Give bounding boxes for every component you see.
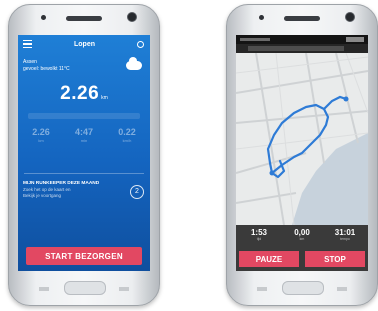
notification-icons [240,38,270,41]
sensor-icon [259,15,264,20]
stat-item: 2.26 km [22,127,60,143]
stat-label: km/h [122,138,132,143]
phone-left: Lopen Assen gevoel: bewolkt 11°C 2.26 km … [8,4,160,306]
stats-row: 2.26 km 4:47 min 0.22 km/h [22,127,146,143]
run-stat-value: 31:01 [334,228,356,237]
earpiece [284,16,320,21]
run-setup-screen: Lopen Assen gevoel: bewolkt 11°C 2.26 km … [18,35,150,271]
stat-value: 0.22 [118,127,136,137]
gps-icon[interactable] [137,40,144,48]
active-run-screen: 1:53 tijd 0,00 km 31:01 tempo PAUZE STOP [236,35,368,271]
back-key[interactable] [119,287,129,291]
run-stat-value: 0,00 [294,228,310,237]
promo-card[interactable]: MIJN RUNKEEPER DEZE MAAND Zoek het op de… [23,181,123,199]
run-stat: 0,00 km [281,228,323,241]
run-stat-value: 1:53 [250,228,267,237]
screen-title: Lopen [74,40,95,48]
back-key[interactable] [337,287,347,291]
weather-condition: gevoel: bewolkt 11°C [23,66,70,72]
weather-location: Assen [23,59,37,65]
goal-bar[interactable] [28,113,140,119]
route-end-marker [343,96,349,102]
run-stat: 31:01 tempo [324,228,366,241]
stat-label: km [38,138,44,143]
recent-apps-key[interactable] [257,287,267,291]
run-stat-label: tempo [340,237,350,241]
stat-value: 4:47 [74,127,93,137]
recent-apps-key[interactable] [39,287,49,291]
app-toolbar [236,44,368,53]
divider [24,173,144,174]
front-camera-icon [127,12,137,22]
home-button[interactable] [64,281,106,295]
run-stats-row: 1:53 tijd 0,00 km 31:01 tempo [238,228,366,241]
weather-info: Assen gevoel: bewolkt 11°C [23,59,70,73]
stat-label: min [80,138,88,143]
top-bar: Lopen [18,35,150,53]
run-controls: PAUZE STOP [239,251,365,267]
run-stat-label: tijd [256,237,262,241]
stat-item: 0.22 km/h [108,127,146,143]
toolbar-field[interactable] [248,46,344,51]
home-button[interactable] [282,281,324,295]
sensor-icon [41,15,46,20]
hamburger-menu-icon[interactable] [23,39,32,49]
stat-value: 2.26 [32,127,50,137]
start-button[interactable]: START BEZORGEN [26,247,142,265]
pause-button[interactable]: PAUZE [239,251,299,267]
status-bar [236,35,368,44]
front-camera-icon [345,12,355,22]
promo-line: Bekijk je voortgang [23,193,62,198]
battery-icon [346,37,364,42]
route-map[interactable] [236,53,368,225]
distance-unit: km [101,95,108,101]
level-badge[interactable]: 2 [130,185,144,199]
distance-display: 2.26 km [18,83,150,105]
run-stats-panel: 1:53 tijd 0,00 km 31:01 tempo PAUZE STOP [236,225,368,271]
earpiece [66,16,102,21]
phone-right: 1:53 tijd 0,00 km 31:01 tempo PAUZE STOP [226,4,378,306]
run-stat-label: km [299,237,305,241]
route-start-marker [269,170,275,176]
stat-item: 4:47 min [65,127,103,143]
distance-value: 2.26 [60,83,100,104]
stop-button[interactable]: STOP [305,251,365,267]
run-stat: 1:53 tijd [238,228,280,241]
cloud-icon [126,57,142,70]
